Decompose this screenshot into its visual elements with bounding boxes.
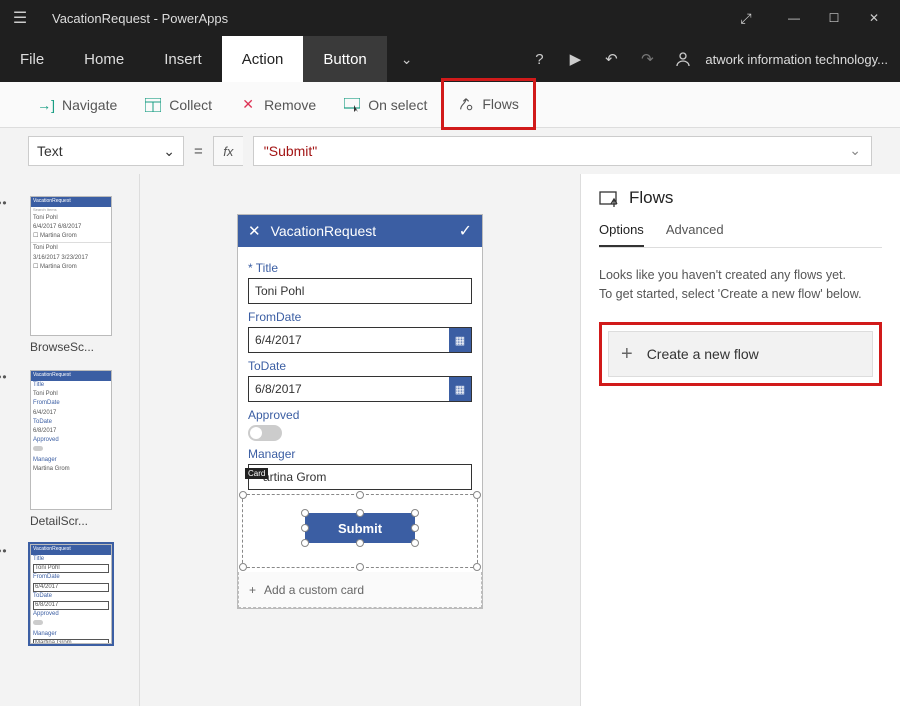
thumb-header: VacationRequest bbox=[31, 371, 111, 381]
close-button[interactable]: ✕ bbox=[854, 0, 894, 36]
create-flow-highlight: + Create a new flow bbox=[599, 322, 882, 386]
thumb-edit[interactable]: ••• VacationRequest Title Toni Pohl From… bbox=[10, 544, 129, 644]
navigate-icon: →] bbox=[38, 97, 54, 113]
panel-tabs: Options Advanced bbox=[599, 222, 882, 248]
expand-icon[interactable]: ⤢ bbox=[726, 0, 766, 36]
tab-options[interactable]: Options bbox=[599, 222, 644, 247]
thumb-label: BrowseSc... bbox=[30, 340, 112, 354]
remove-icon: ✕ bbox=[240, 97, 256, 113]
manager-value: artina Grom bbox=[263, 470, 326, 484]
card-badge: Card bbox=[245, 468, 268, 479]
ribbon-onselect[interactable]: On select bbox=[330, 82, 441, 127]
submit-button[interactable]: Submit bbox=[305, 513, 415, 543]
equals-label: = bbox=[194, 143, 203, 160]
todate-value: 6/8/2017 bbox=[255, 382, 302, 396]
add-card-label: Add a custom card bbox=[264, 583, 364, 597]
flows-panel-title: Flows bbox=[629, 188, 673, 208]
formula-input[interactable]: "Submit" ⌄ bbox=[253, 136, 872, 166]
thumb-menu-icon[interactable]: ••• bbox=[0, 370, 8, 384]
thumb-browse[interactable]: ••• VacationRequest Search Items Toni Po… bbox=[10, 196, 129, 354]
app-preview: ✕ VacationRequest ✓ * Title Toni Pohl Fr… bbox=[237, 214, 483, 609]
create-flow-label: Create a new flow bbox=[647, 346, 759, 362]
menu-action[interactable]: Action bbox=[222, 36, 304, 82]
thumb-menu-icon[interactable]: ••• bbox=[0, 196, 8, 210]
field-label-from: FromDate bbox=[248, 310, 472, 324]
screen-thumbnails: ••• VacationRequest Search Items Toni Po… bbox=[0, 174, 140, 706]
formula-expand-icon[interactable]: ⌄ bbox=[849, 143, 861, 160]
formula-bar: Text ⌄ = fx "Submit" ⌄ bbox=[0, 128, 900, 174]
flows-panel: Flows Options Advanced Looks like you ha… bbox=[580, 174, 900, 706]
flows-icon bbox=[458, 96, 474, 112]
thumb-header: VacationRequest bbox=[31, 545, 111, 555]
cancel-icon[interactable]: ✕ bbox=[248, 222, 261, 240]
account-icon[interactable] bbox=[665, 51, 701, 67]
ribbon-navigate-label: Navigate bbox=[62, 97, 117, 113]
approved-toggle[interactable] bbox=[248, 425, 282, 441]
submit-label: Submit bbox=[338, 521, 382, 536]
main-menu: File Home Insert Action Button ⌄ ? ▶ ↶ ↷… bbox=[0, 36, 900, 82]
plus-icon: + bbox=[621, 344, 633, 364]
manager-input[interactable]: artina Grom bbox=[248, 464, 472, 490]
add-custom-card[interactable]: + Add a custom card bbox=[238, 572, 482, 608]
create-new-flow-button[interactable]: + Create a new flow bbox=[608, 331, 873, 377]
submit-check-icon[interactable]: ✓ bbox=[459, 221, 472, 241]
window-titlebar: ☰ VacationRequest - PowerApps ⤢ — ☐ ✕ bbox=[0, 0, 900, 36]
app-header: ✕ VacationRequest ✓ bbox=[238, 215, 482, 247]
account-name[interactable]: atwork information technology... bbox=[701, 52, 900, 67]
chevron-down-icon: ⌄ bbox=[163, 143, 175, 160]
ribbon-flows[interactable]: Flows bbox=[441, 78, 536, 130]
help-icon[interactable]: ? bbox=[521, 51, 557, 68]
selected-card[interactable]: Submit bbox=[242, 494, 478, 568]
app-title: VacationRequest bbox=[271, 223, 377, 239]
hamburger-icon[interactable]: ☰ bbox=[6, 8, 34, 28]
property-value: Text bbox=[37, 143, 63, 159]
field-label-manager: Manager bbox=[248, 447, 472, 461]
window-title: VacationRequest - PowerApps bbox=[52, 11, 228, 26]
redo-icon[interactable]: ↷ bbox=[629, 50, 665, 68]
flows-panel-icon bbox=[599, 189, 619, 207]
play-icon[interactable]: ▶ bbox=[557, 50, 593, 68]
ribbon-collect[interactable]: Collect bbox=[131, 82, 226, 127]
fromdate-input[interactable]: 6/4/2017 ▦ bbox=[248, 327, 472, 353]
ribbon-collect-label: Collect bbox=[169, 97, 212, 113]
tab-advanced[interactable]: Advanced bbox=[666, 222, 724, 247]
flows-empty-text: Looks like you haven't created any flows… bbox=[599, 266, 882, 304]
todate-input[interactable]: 6/8/2017 ▦ bbox=[248, 376, 472, 402]
thumb-menu-icon[interactable]: ••• bbox=[0, 544, 8, 558]
ribbon-flows-label: Flows bbox=[482, 96, 519, 112]
ribbon-onselect-label: On select bbox=[368, 97, 427, 113]
menu-file[interactable]: File bbox=[0, 36, 64, 82]
menu-home[interactable]: Home bbox=[64, 36, 144, 82]
minimize-button[interactable]: — bbox=[774, 0, 814, 36]
ribbon-remove[interactable]: ✕ Remove bbox=[226, 82, 330, 127]
design-canvas[interactable]: ✕ VacationRequest ✓ * Title Toni Pohl Fr… bbox=[140, 174, 580, 706]
thumb-detail[interactable]: ••• VacationRequest Title Toni Pohl From… bbox=[10, 370, 129, 528]
fromdate-value: 6/4/2017 bbox=[255, 333, 302, 347]
ribbon-remove-label: Remove bbox=[264, 97, 316, 113]
field-label-approved: Approved bbox=[248, 408, 472, 422]
thumb-label: DetailScr... bbox=[30, 514, 112, 528]
maximize-button[interactable]: ☐ bbox=[814, 0, 854, 36]
menu-insert[interactable]: Insert bbox=[144, 36, 222, 82]
calendar-icon[interactable]: ▦ bbox=[449, 377, 471, 401]
formula-text: "Submit" bbox=[264, 143, 318, 159]
title-input[interactable]: Toni Pohl bbox=[248, 278, 472, 304]
menu-overflow-icon[interactable]: ⌄ bbox=[387, 36, 427, 82]
menu-button[interactable]: Button bbox=[303, 36, 386, 82]
property-dropdown[interactable]: Text ⌄ bbox=[28, 136, 184, 166]
fx-icon[interactable]: fx bbox=[213, 136, 243, 166]
calendar-icon[interactable]: ▦ bbox=[449, 328, 471, 352]
plus-icon: + bbox=[249, 583, 256, 597]
title-value: Toni Pohl bbox=[255, 284, 304, 298]
ribbon-navigate[interactable]: →] Navigate bbox=[24, 82, 131, 127]
field-label-to: ToDate bbox=[248, 359, 472, 373]
undo-icon[interactable]: ↶ bbox=[593, 50, 629, 68]
field-label-title: Title bbox=[256, 261, 278, 275]
onselect-icon bbox=[344, 97, 360, 113]
thumb-header: VacationRequest bbox=[31, 197, 111, 207]
collect-icon bbox=[145, 97, 161, 113]
ribbon-toolbar: →] Navigate Collect ✕ Remove On select F… bbox=[0, 82, 900, 128]
